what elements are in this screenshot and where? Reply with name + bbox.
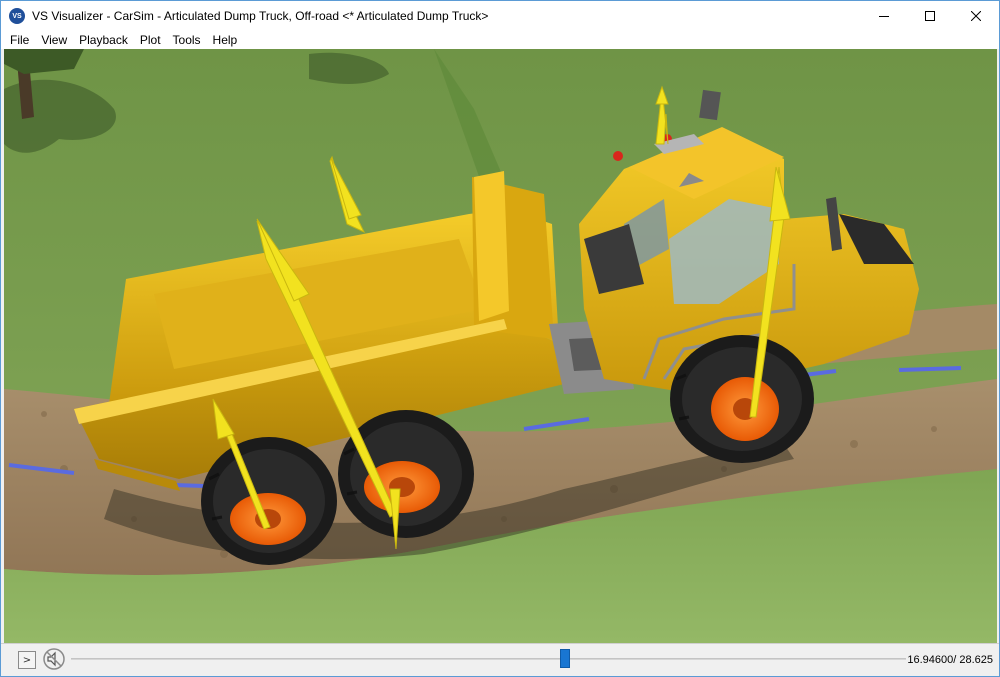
3d-viewport[interactable] [4, 49, 997, 643]
menu-playback[interactable]: Playback [73, 31, 134, 49]
menu-tools[interactable]: Tools [167, 31, 207, 49]
timeline-slider-track[interactable] [71, 658, 906, 660]
app-icon: VS [9, 8, 25, 24]
title-bar[interactable]: VS VS Visualizer - CarSim - Articulated … [1, 1, 999, 31]
scene-render [4, 49, 997, 643]
visualizer-window: VS VS Visualizer - CarSim - Articulated … [0, 0, 1000, 677]
playback-bar: > 16.94600/ 28.625 [1, 643, 999, 676]
menu-view[interactable]: View [35, 31, 73, 49]
menu-bar: File View Playback Plot Tools Help [1, 31, 999, 49]
menu-file[interactable]: File [4, 31, 35, 49]
rear-wheel-1 [201, 437, 337, 565]
beacon-light [613, 151, 623, 161]
window-title: VS Visualizer - CarSim - Articulated Dum… [32, 9, 489, 23]
close-button[interactable] [953, 1, 999, 31]
window-controls [861, 1, 999, 31]
mute-icon [43, 648, 65, 670]
headboard-edge [474, 171, 509, 321]
maximize-button[interactable] [907, 1, 953, 31]
minimize-button[interactable] [861, 1, 907, 31]
maximize-icon [925, 11, 935, 21]
menu-plot[interactable]: Plot [134, 31, 167, 49]
close-icon [971, 11, 981, 21]
time-readout: 16.94600/ 28.625 [907, 654, 993, 666]
front-wheel [670, 335, 814, 463]
menu-help[interactable]: Help [207, 31, 244, 49]
minimize-icon [879, 16, 889, 17]
timeline-slider-thumb[interactable] [560, 649, 571, 668]
play-button[interactable]: > [18, 651, 36, 669]
mute-button[interactable] [42, 647, 66, 671]
rear-wheel-2 [338, 410, 474, 538]
